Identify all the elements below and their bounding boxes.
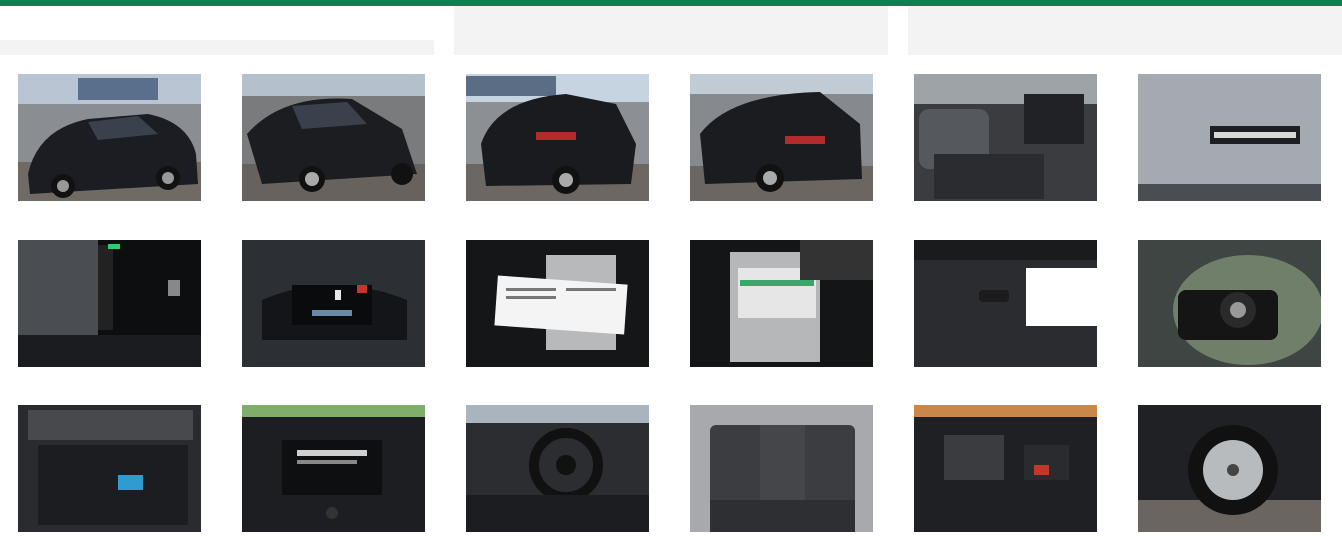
tire-icon [1138,240,1321,367]
car-front-icon-2 [242,74,425,201]
photo-manual-folder[interactable] [690,240,873,367]
photo-exterior-front-left[interactable] [18,74,201,201]
column-header-1 [0,40,434,55]
photo-manual-open[interactable] [466,240,649,367]
screen-icon [242,405,425,532]
car-rear-icon [466,74,649,201]
photo-exterior-rear-left[interactable] [466,74,649,201]
seat-icon-2 [690,405,873,532]
photo-exterior-rear-right[interactable] [690,74,873,201]
photo-instrument-dark[interactable] [18,240,201,367]
column-header-3 [908,6,1342,55]
tire-icon-2 [1138,405,1321,532]
manual-icon-2 [690,240,873,367]
car-front-icon [18,74,201,201]
gauge-icon [18,240,201,367]
photo-instrument-cluster[interactable] [242,240,425,367]
car-rear-icon-2 [690,74,873,201]
gauge-icon-2 [242,240,425,367]
photo-interior-front-seats[interactable] [914,74,1097,201]
photo-windshield-vin-plate[interactable] [1138,74,1321,201]
key-icon [914,240,1097,367]
photo-exterior-front-right[interactable] [242,74,425,201]
photo-trunk[interactable] [18,405,201,532]
photo-steering-wheel[interactable] [466,405,649,532]
photo-rear-seats[interactable] [690,405,873,532]
engine-icon [914,405,1097,532]
manual-icon [466,240,649,367]
photo-infotainment-screen[interactable] [242,405,425,532]
column-header-2 [454,6,888,55]
photo-key-on-carpet[interactable] [914,240,1097,367]
photo-spare-wheel-well[interactable] [1138,240,1321,367]
plate-icon [1138,74,1321,201]
steering-icon [466,405,649,532]
trunk-icon [18,405,201,532]
seat-icon [914,74,1097,201]
photo-wheel-rim[interactable] [1138,405,1321,532]
photo-engine-bay[interactable] [914,405,1097,532]
